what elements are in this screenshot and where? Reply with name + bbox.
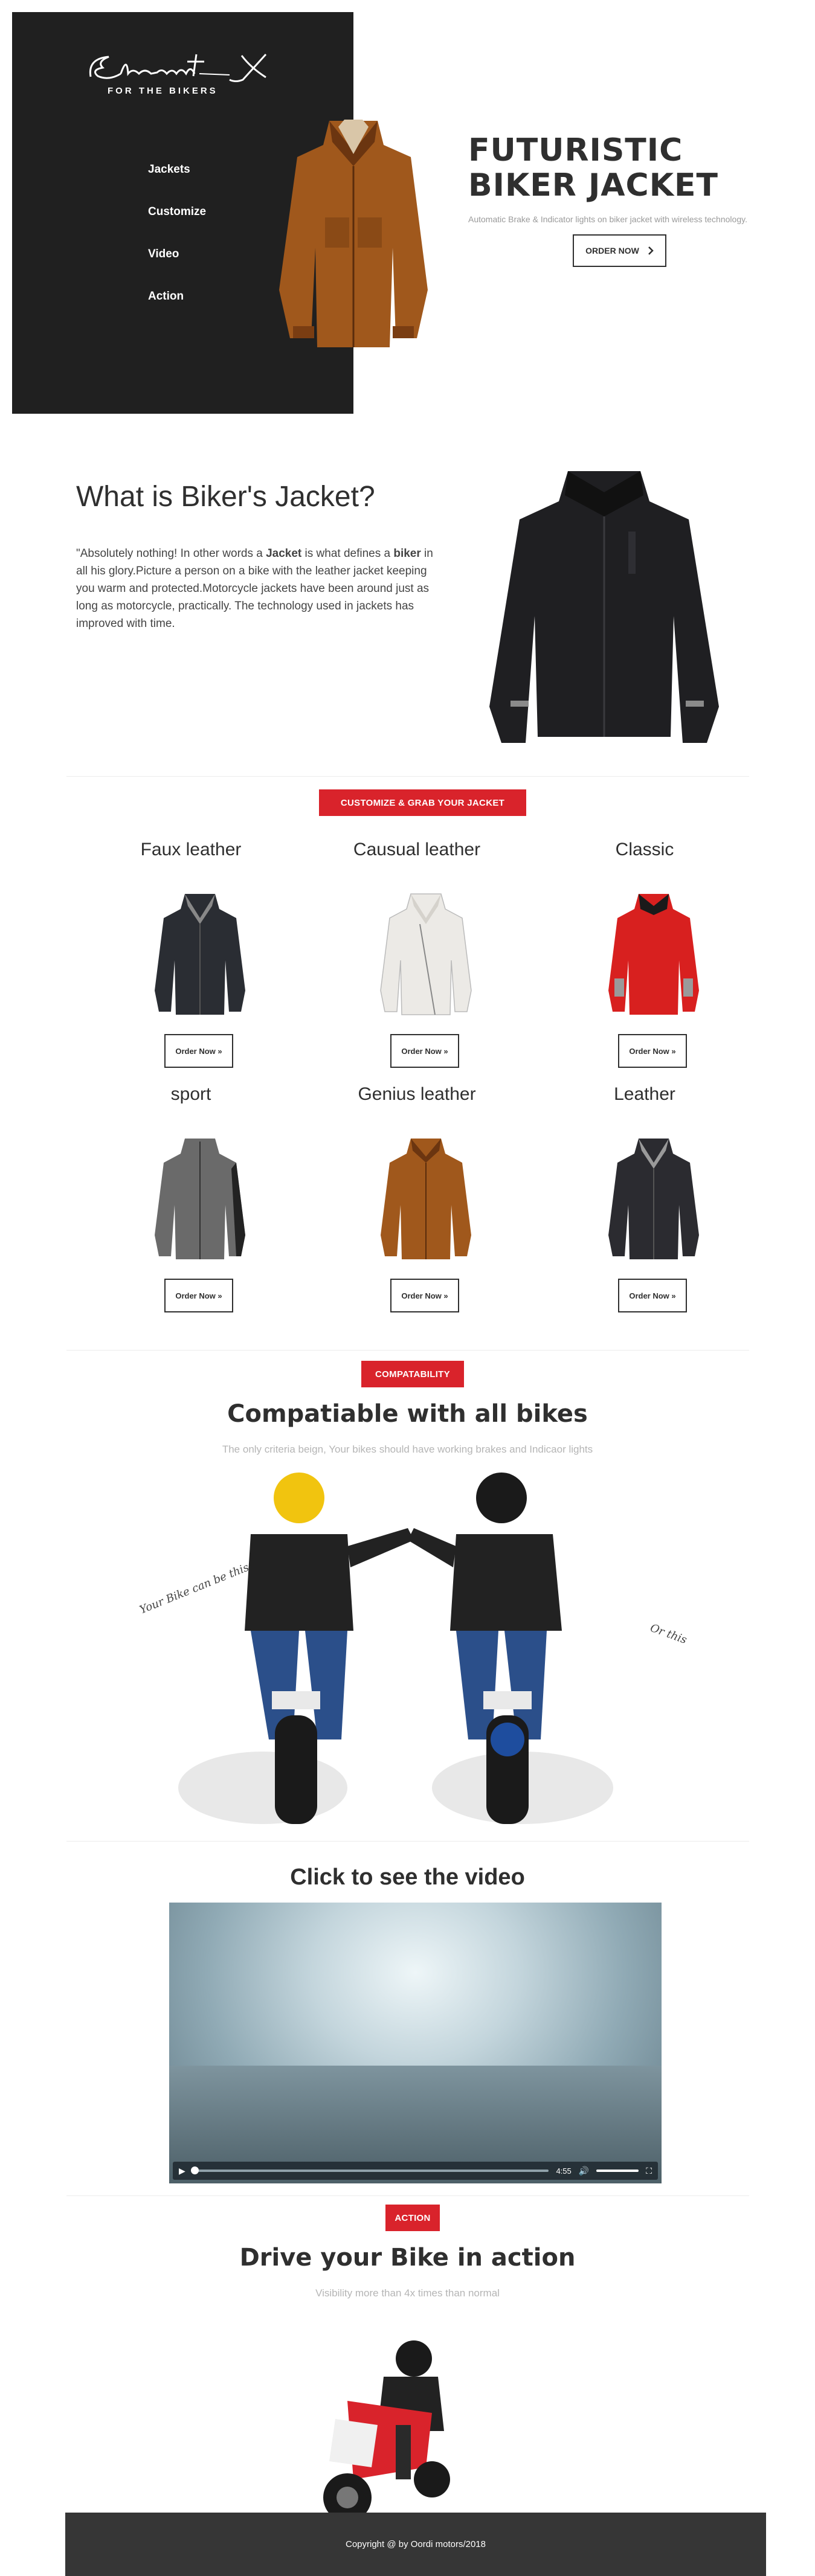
action-title: Drive your Bike in action xyxy=(239,2244,576,2272)
product-jacket-image xyxy=(155,1139,245,1259)
customize-badge: CUSTOMIZE & GRAB YOUR JACKET xyxy=(319,789,526,816)
volume-slider[interactable] xyxy=(596,2170,639,2172)
video-controls: ▶ 4:55 🔊 ⛶ xyxy=(173,2162,658,2180)
compat-badge: COMPATABILITY xyxy=(361,1361,464,1387)
product-jacket-image xyxy=(608,894,699,1015)
product-name: Faux leather xyxy=(140,840,242,859)
section-divider xyxy=(66,776,749,777)
about-text-part1: "Absolutely nothing! In other words a xyxy=(76,547,266,560)
product-jacket-image xyxy=(380,893,472,1015)
product-name: Genius leather xyxy=(358,1084,476,1104)
about-text-part2: is what defines a xyxy=(301,547,394,560)
hero-jacket-image xyxy=(279,120,428,347)
section-divider xyxy=(66,1350,749,1351)
nav-item-customize[interactable]: Customize xyxy=(148,205,206,248)
nav-item-action[interactable]: Action xyxy=(148,290,206,332)
product-card: Faux leather Order Now » xyxy=(100,840,282,1069)
hero-title-line1: FUTURISTIC xyxy=(468,132,683,169)
order-now-button[interactable]: Order Now » xyxy=(390,1279,459,1312)
action-subtitle: Visibility more than 4x times than norma… xyxy=(315,2287,500,2299)
riders-illustration xyxy=(178,1473,613,1824)
nav-item-jackets[interactable]: Jackets xyxy=(148,163,206,205)
seek-knob[interactable] xyxy=(190,2166,199,2174)
about-title: What is Biker's Jacket? xyxy=(76,481,375,513)
product-card: Classic Order Now » xyxy=(554,840,735,1069)
order-now-button[interactable]: Order Now » xyxy=(164,1034,233,1068)
motorbike-action-image xyxy=(323,2340,450,2522)
play-icon[interactable]: ▶ xyxy=(179,2166,185,2176)
video-time: 4:55 xyxy=(556,2166,572,2176)
fullscreen-icon[interactable]: ⛶ xyxy=(646,2166,652,2176)
nav-item-video[interactable]: Video xyxy=(148,248,206,290)
product-jacket-image xyxy=(381,1139,471,1259)
product-name: Leather xyxy=(614,1084,675,1104)
product-jacket-image xyxy=(155,894,245,1015)
footer: Copyright @ by Oordi motors/2018 xyxy=(65,2513,766,2576)
black-jacket-image xyxy=(489,471,719,743)
order-now-button[interactable]: Order Now » xyxy=(390,1034,459,1068)
volume-icon[interactable]: 🔊 xyxy=(579,2166,589,2176)
compat-subtitle: The only criteria beign, Your bikes shou… xyxy=(222,1444,593,1455)
video-player[interactable]: ▶ 4:55 🔊 ⛶ xyxy=(169,1903,662,2183)
about-text: "Absolutely nothing! In other words a Ja… xyxy=(76,545,439,632)
order-now-button[interactable]: Order Now » xyxy=(164,1279,233,1312)
about-text-bold-biker: biker xyxy=(393,547,421,560)
product-jacket-image xyxy=(608,1139,699,1259)
hero-title: FUTURISTIC BIKER JACKET xyxy=(468,133,718,203)
product-name: sport xyxy=(170,1084,211,1104)
footer-copyright: Copyright @ by Oordi motors/2018 xyxy=(346,2539,486,2549)
product-name: Classic xyxy=(615,840,674,859)
product-card: Genius leather Order Now » xyxy=(326,1084,507,1314)
video-seek-bar[interactable] xyxy=(190,2166,549,2174)
product-card: sport Order Now » xyxy=(100,1084,282,1314)
product-name: Causual leather xyxy=(353,840,481,859)
product-card: Leather Order Now » xyxy=(554,1084,735,1314)
product-card: Causual leather Order Now » xyxy=(326,840,507,1069)
hero-title-line2: BIKER JACKET xyxy=(468,167,718,204)
section-divider xyxy=(66,1841,749,1842)
brand-logo[interactable]: FOR THE BIKERS xyxy=(85,50,290,110)
video-title: Click to see the video xyxy=(290,1865,525,1890)
order-now-button[interactable]: Order Now » xyxy=(618,1279,687,1312)
order-now-label: ORDER NOW xyxy=(585,246,639,255)
hero-section: FOR THE BIKERS Jackets Customize Video A… xyxy=(0,0,815,423)
section-divider xyxy=(66,2195,749,2196)
brand-tagline: FOR THE BIKERS xyxy=(108,86,218,96)
compat-title: Compatiable with all bikes xyxy=(227,1400,588,1428)
chevron-right-icon xyxy=(648,246,654,255)
action-badge: ACTION xyxy=(385,2205,440,2231)
main-nav: Jackets Customize Video Action xyxy=(148,163,206,332)
hero-subtitle: Automatic Brake & Indicator lights on bi… xyxy=(468,214,747,224)
order-now-button[interactable]: ORDER NOW xyxy=(573,234,666,267)
order-now-button[interactable]: Order Now » xyxy=(618,1034,687,1068)
about-text-bold-jacket: Jacket xyxy=(266,547,302,560)
